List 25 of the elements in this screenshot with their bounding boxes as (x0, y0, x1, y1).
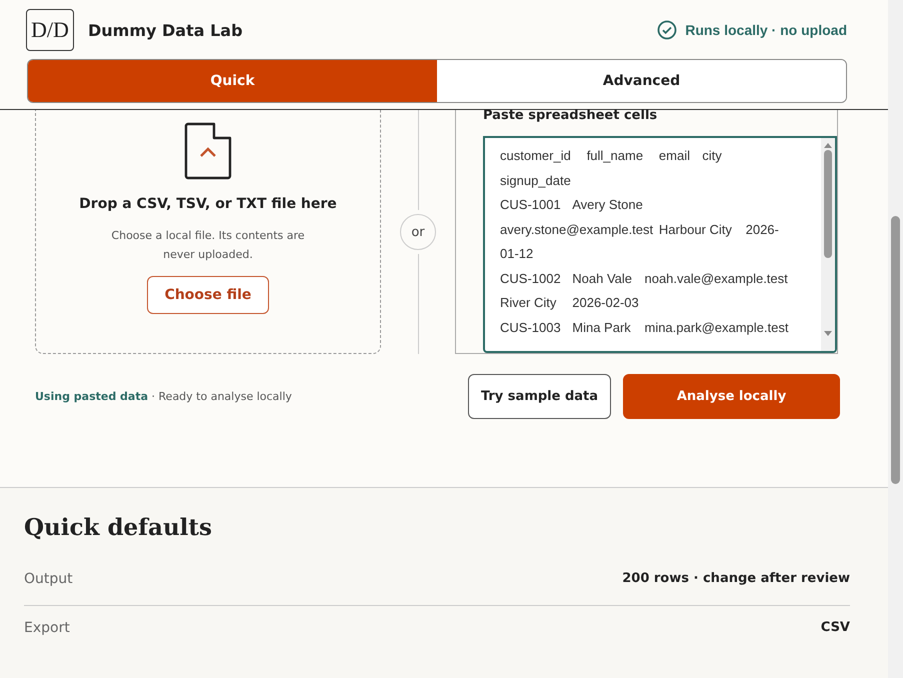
page-scrollbar[interactable] (888, 0, 903, 678)
setting-value: 200 rows · change after review (622, 571, 850, 586)
drop-hint: Choose a local file. Its contents are never uploaded. (110, 228, 306, 263)
setting-label: Export (24, 620, 70, 636)
file-upload-icon (184, 122, 232, 180)
sample-data-button[interactable]: Try sample data (468, 374, 611, 419)
scrollbar[interactable] (821, 138, 835, 351)
analyse-button[interactable]: Analyse locally (623, 374, 840, 419)
app-title: Dummy Data Lab (88, 20, 243, 40)
setting-label: Output (24, 571, 73, 587)
setting-value: CSV (820, 620, 850, 635)
scroll-down-icon[interactable] (824, 331, 832, 337)
drop-title: Drop a CSV, TSV, or TXT file here (79, 196, 337, 212)
drop-zone[interactable]: Drop a CSV, TSV, or TXT file here Choose a local file. Its contents are never uploaded. Choose file (35, 110, 381, 354)
status-label: Runs locally · no upload (685, 22, 847, 38)
logo: D/D (26, 9, 74, 51)
scroll-up-icon[interactable] (824, 142, 832, 148)
paste-label: Paste spreadsheet cells (482, 110, 658, 125)
section-heading: Quick defaults (24, 514, 213, 541)
status-text: Using pasted data · Ready to analyse locally (35, 390, 292, 403)
mode-tab[interactable]: Advanced (437, 60, 846, 102)
mode-tab[interactable]: Quick (28, 60, 437, 102)
paste-textarea[interactable]: customer_id full_name email city signup_date CUS-1001 Avery Stone avery.stone@example.test Harbour City 2026- 01-12 CUS-1002 Noah Vale noah.vale@example.test River City 2026-02-03 CUS-1003 Mina Park mina.park@example.test (483, 136, 837, 353)
check-circle-icon (657, 20, 678, 40)
choose-file-button[interactable]: Choose file (146, 276, 270, 314)
